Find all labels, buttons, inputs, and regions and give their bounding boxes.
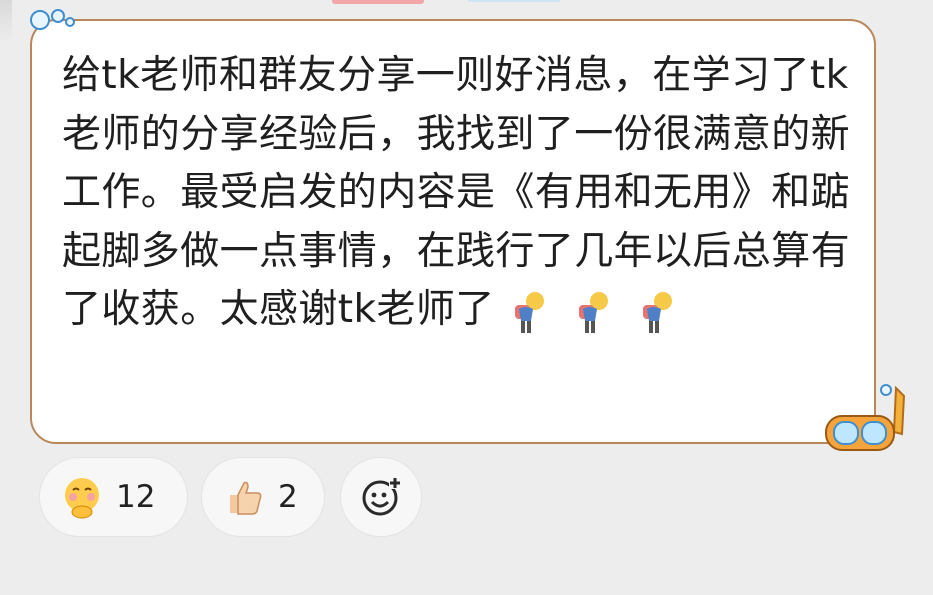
reaction-thumbs-up[interactable]: 2 xyxy=(201,457,325,537)
message-body: 给tk老师和群友分享一则好消息，在学习了tk老师的分享经验后，我找到了一份很满意… xyxy=(62,53,851,332)
message-bubble[interactable]: 给tk老师和群友分享一则好消息，在学习了tk老师的分享经验后，我找到了一份很满意… xyxy=(30,19,876,444)
bowing-person-emoji xyxy=(642,291,672,333)
thumbs-up-emoji xyxy=(230,481,262,515)
snorkel-goggles-decoration-icon xyxy=(825,384,906,451)
reaction-count: 2 xyxy=(278,479,298,515)
reaction-count: 12 xyxy=(116,479,156,515)
add-emoji-icon xyxy=(362,477,401,516)
add-reaction-button[interactable] xyxy=(340,457,422,537)
bubbles-decoration-icon xyxy=(30,9,75,30)
bowing-person-emoji xyxy=(514,291,544,333)
message-text: 给tk老师和群友分享一则好消息，在学习了tk老师的分享经验后，我找到了一份很满意… xyxy=(62,47,852,341)
bowing-person-emoji xyxy=(578,291,608,333)
avatar[interactable] xyxy=(0,0,12,40)
header-decoration-blue xyxy=(468,0,560,2)
hugging-face-emoji xyxy=(65,478,99,519)
header-decoration-red xyxy=(332,0,424,4)
reaction-hugging-face[interactable]: 12 xyxy=(39,457,188,537)
trailing-emojis xyxy=(509,282,701,341)
